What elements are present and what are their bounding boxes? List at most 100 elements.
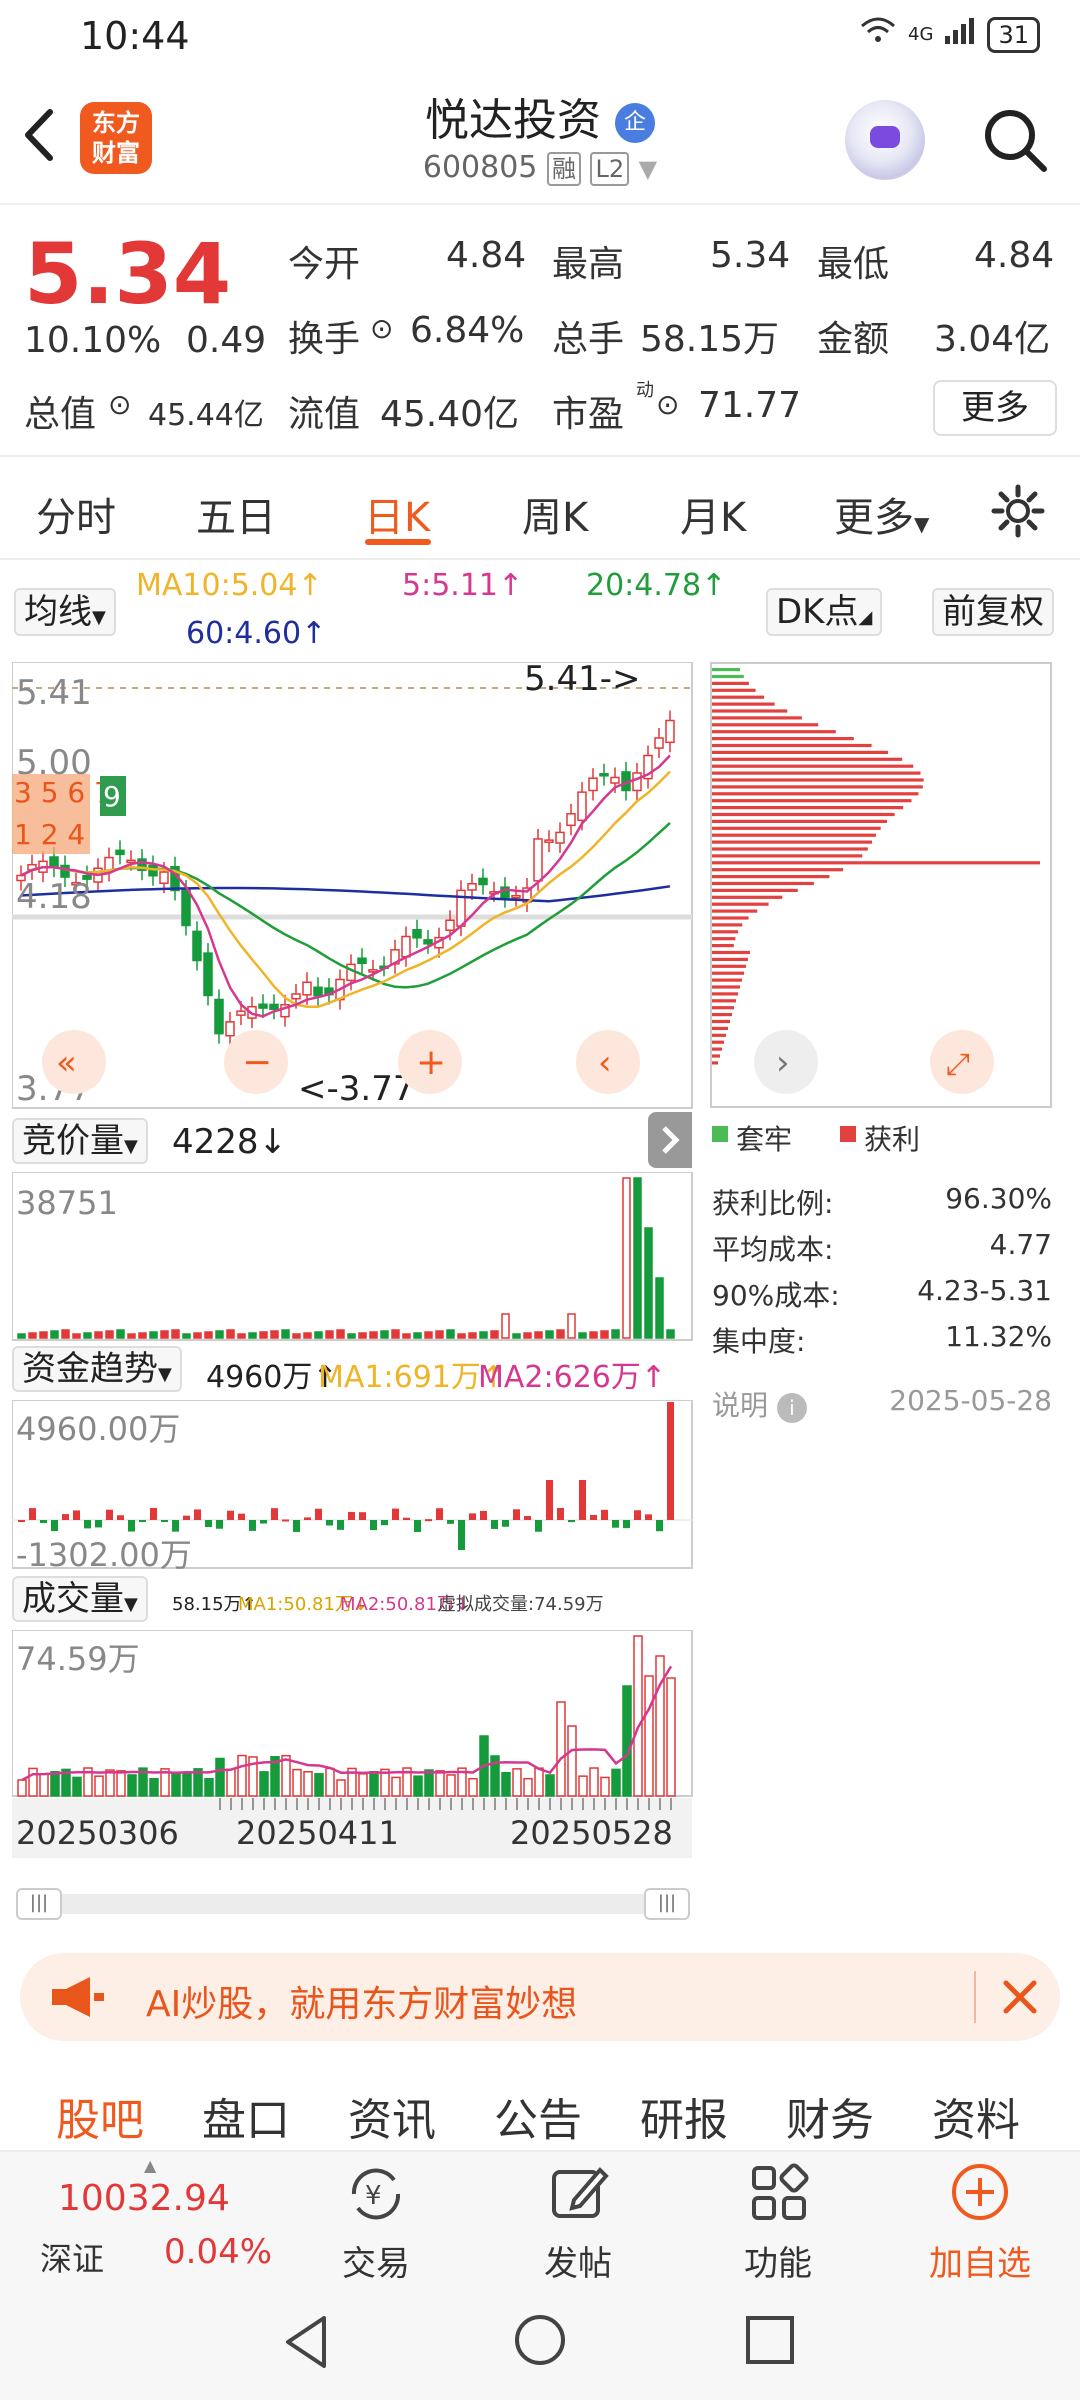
chip-bar bbox=[712, 985, 740, 989]
chip-bar bbox=[712, 957, 748, 961]
functions-button[interactable]: 功能 bbox=[708, 2152, 848, 2284]
range-handle-left[interactable]: ||| bbox=[16, 1888, 62, 1920]
tab-finance[interactable]: 财务 bbox=[786, 2084, 874, 2148]
tab-announcements[interactable]: 公告 bbox=[494, 2084, 582, 2148]
float-label: 流值 bbox=[288, 394, 361, 435]
index-ticker[interactable]: ▲ 10032.94 深证 0.04% bbox=[20, 2152, 290, 2282]
tab-forum[interactable]: 股吧 bbox=[56, 2084, 144, 2148]
y-label-top: 5.41 bbox=[16, 673, 92, 713]
chip-note-button[interactable]: 说明 i bbox=[712, 1384, 807, 1424]
dropdown-icon[interactable]: ▼ bbox=[639, 155, 657, 183]
kline-chart[interactable]: 5.41 5.00 4.18 3.77 5.41-> <-3.77 3 5 6 … bbox=[12, 662, 694, 1110]
chip-bar bbox=[712, 847, 868, 851]
candle-body bbox=[225, 1021, 235, 1037]
tab-weekly-k[interactable]: 周K bbox=[522, 485, 588, 543]
concentration-value: 11.32% bbox=[945, 1320, 1052, 1353]
chip-bar bbox=[712, 702, 775, 706]
post-button[interactable]: 发帖 bbox=[508, 2152, 648, 2284]
range-handle-right[interactable]: ||| bbox=[644, 1888, 690, 1920]
assistant-avatar[interactable] bbox=[845, 100, 925, 180]
toggle-panel-button[interactable] bbox=[648, 1112, 692, 1168]
range-scrollbar[interactable]: ||| ||| bbox=[16, 1888, 690, 1920]
volume-bar bbox=[666, 1677, 676, 1797]
nav-back-icon[interactable] bbox=[280, 2312, 336, 2372]
wifi-icon bbox=[858, 16, 898, 53]
more-quote-button[interactable]: 更多 bbox=[933, 380, 1057, 436]
chip-bar bbox=[712, 750, 889, 754]
chip-bar bbox=[712, 792, 919, 796]
fund-bar bbox=[491, 1520, 498, 1529]
candle-body bbox=[291, 993, 301, 1000]
fund-bar bbox=[601, 1509, 608, 1520]
nav-home-icon[interactable] bbox=[512, 2312, 568, 2368]
chevron-right-icon: › bbox=[776, 1043, 790, 1083]
volume-bar bbox=[435, 1770, 445, 1797]
volume-bar bbox=[50, 1770, 60, 1797]
virtual-volume: 虚拟成交量:74.59万 bbox=[438, 1594, 604, 1615]
fund-bar bbox=[183, 1515, 190, 1520]
chip-distribution[interactable]: › ⤢ bbox=[710, 662, 1054, 1110]
volume-select[interactable]: 成交量▼ bbox=[12, 1576, 148, 1622]
pe-label: 市盈 bbox=[552, 394, 625, 435]
candle-body bbox=[236, 1010, 246, 1016]
tab-intraday[interactable]: 分时 bbox=[36, 485, 116, 543]
tab-market-depth[interactable]: 盘口 bbox=[202, 2084, 290, 2148]
settings-button[interactable] bbox=[990, 483, 1046, 543]
minus-icon: − bbox=[242, 1042, 272, 1083]
fund-bar bbox=[172, 1520, 179, 1532]
tab-more[interactable]: 更多▼ bbox=[834, 485, 929, 543]
volume-top-label: 74.59万 bbox=[16, 1640, 140, 1678]
info-icon[interactable]: ⊙ bbox=[656, 388, 679, 421]
tab-research[interactable]: 研报 bbox=[640, 2084, 728, 2148]
tab-monthly-k[interactable]: 月K bbox=[680, 485, 746, 543]
ma-select[interactable]: 均线▼ bbox=[14, 588, 116, 636]
close-banner-button[interactable] bbox=[992, 1969, 1048, 2025]
auction-bar bbox=[402, 1333, 411, 1339]
info-icon[interactable]: ⊙ bbox=[370, 312, 393, 345]
chip-bar bbox=[712, 716, 802, 720]
robot-icon bbox=[870, 126, 900, 148]
auction-value: 4228↓ bbox=[172, 1122, 288, 1162]
auction-bar bbox=[204, 1331, 213, 1339]
amount-value: 3.04亿 bbox=[934, 319, 1051, 360]
chip-bar bbox=[712, 909, 758, 913]
grid-icon bbox=[752, 2163, 809, 2220]
auction-bar bbox=[325, 1330, 334, 1339]
volume-bar bbox=[182, 1771, 192, 1797]
tab-daily-k[interactable]: 日K bbox=[364, 485, 430, 543]
fund-bar bbox=[337, 1520, 344, 1530]
fund-bar bbox=[304, 1517, 311, 1520]
tab-five-day[interactable]: 五日 bbox=[196, 485, 276, 543]
chevron-right-icon bbox=[662, 1126, 680, 1154]
megaphone-icon bbox=[52, 1977, 104, 2017]
promo-text: AI炒股，就用东方财富妙想 bbox=[146, 1984, 578, 2025]
nav-recents-icon[interactable] bbox=[744, 2314, 796, 2366]
chip-bar bbox=[712, 743, 872, 748]
chip-bar bbox=[712, 764, 914, 768]
auction-select[interactable]: 竞价量▼ bbox=[12, 1118, 148, 1164]
add-watchlist-button[interactable]: 加自选 bbox=[910, 2152, 1050, 2284]
dk-point-select[interactable]: DK点◢ bbox=[766, 588, 883, 636]
candle-body bbox=[566, 813, 576, 827]
pe-value: 71.77 bbox=[698, 385, 802, 426]
chip-bar bbox=[712, 930, 739, 934]
fund-bar bbox=[260, 1520, 267, 1524]
yuan-exchange-icon: ¥ bbox=[351, 2168, 401, 2220]
auction-bar bbox=[259, 1331, 268, 1339]
trade-button[interactable]: ¥ 交易 bbox=[306, 2152, 446, 2284]
tab-news[interactable]: 资讯 bbox=[348, 2084, 436, 2148]
chip-bar bbox=[712, 999, 736, 1003]
fund-bar bbox=[414, 1520, 421, 1532]
candle-body bbox=[412, 929, 422, 939]
tab-profile[interactable]: 资料 bbox=[932, 2084, 1020, 2148]
fund-trend-select[interactable]: 资金趋势▼ bbox=[12, 1346, 182, 1392]
search-button[interactable] bbox=[980, 105, 1050, 175]
promo-banner[interactable]: AI炒股，就用东方财富妙想 bbox=[20, 1953, 1060, 2041]
avg-cost-label: 平均成本: bbox=[712, 1233, 834, 1266]
info-icon[interactable]: ⊙ bbox=[108, 388, 131, 421]
chip-bar bbox=[712, 881, 814, 886]
signal-label-9: 9 bbox=[103, 780, 121, 813]
adjust-select[interactable]: 前复权 bbox=[932, 588, 1054, 636]
chip-bar bbox=[712, 916, 749, 920]
fund-bar bbox=[194, 1509, 201, 1520]
